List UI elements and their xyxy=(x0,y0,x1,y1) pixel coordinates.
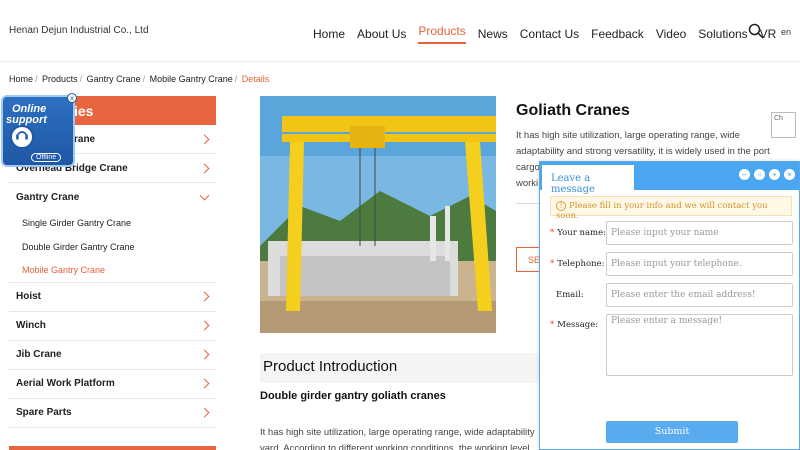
online-status: Offline xyxy=(31,153,62,162)
sidebar-item-label: Winch xyxy=(16,320,46,331)
sidebar-sub-double-girder[interactable]: Double Girder Gantry Crane xyxy=(9,236,216,260)
message-label: * Message: xyxy=(550,320,598,330)
chevron-right-icon xyxy=(199,407,210,418)
close-icon[interactable]: × xyxy=(784,169,795,180)
product-intro-heading: Product Introduction xyxy=(260,353,540,383)
nav-feedback[interactable]: Feedback xyxy=(591,27,644,41)
restore-icon[interactable]: ▫ xyxy=(754,169,765,180)
info-notice: ! Please fill in your info and we will co… xyxy=(550,196,792,221)
nav-news[interactable]: News xyxy=(478,27,508,41)
telephone-label: * Telephone: xyxy=(550,259,604,269)
sidebar-item-label: Spare Parts xyxy=(16,407,72,418)
info-notice-text: Please fill in your info and we will con… xyxy=(556,201,768,221)
side-thumbnail[interactable]: Ch xyxy=(771,112,796,138)
chevron-right-icon xyxy=(199,291,210,302)
required-marker: * xyxy=(550,228,555,238)
sidebar-item-winch[interactable]: Winch xyxy=(9,312,216,341)
message-field[interactable]: Please enter a message! xyxy=(606,314,793,376)
sidebar-item-hoist[interactable]: Hoist xyxy=(9,283,216,312)
online-support-line2: support xyxy=(6,114,47,126)
chevron-right-icon xyxy=(199,378,210,389)
leave-message-widget: Leave a message – ▫ ▪ × ! Please fill in … xyxy=(539,161,800,450)
chevron-down-icon xyxy=(199,190,210,201)
tab-leave-message[interactable]: Leave a message xyxy=(542,165,634,195)
product-intro-line: yard. According to different working con… xyxy=(260,443,530,450)
product-description-line: adaptability and strong versatility, it … xyxy=(516,146,770,157)
breadcrumb-separator: / xyxy=(142,74,146,84)
nav-video[interactable]: Video xyxy=(656,27,686,41)
nav-solutions[interactable]: Solutions xyxy=(698,27,747,41)
breadcrumb-gantry-crane[interactable]: Gantry Crane xyxy=(87,74,141,84)
sidebar-item-gantry-crane[interactable]: Gantry Crane xyxy=(9,183,216,212)
sidebar-bottom-bar xyxy=(9,446,216,450)
breadcrumb: Home / Products / Gantry Crane / Mobile Gan… xyxy=(9,74,269,84)
main-nav: Home About Us Products News Contact Us F… xyxy=(313,24,788,44)
chevron-right-icon xyxy=(199,349,210,360)
brand-name[interactable]: Henan Dejun Industrial Co., Ltd xyxy=(9,25,149,36)
close-icon[interactable]: × xyxy=(67,93,77,103)
nav-home[interactable]: Home xyxy=(313,27,345,41)
breadcrumb-mobile-gantry-crane[interactable]: Mobile Gantry Crane xyxy=(150,74,233,84)
product-subheading: Double girder gantry goliath cranes xyxy=(260,390,446,402)
sidebar-item-label: Aerial Work Platform xyxy=(16,378,115,389)
product-photo xyxy=(260,96,496,333)
breadcrumb-separator: / xyxy=(234,74,238,84)
name-label-text: Your name: xyxy=(557,228,606,238)
name-field[interactable]: Please input your name xyxy=(606,221,793,245)
breadcrumb-home[interactable]: Home xyxy=(9,74,33,84)
product-title: Goliath Cranes xyxy=(516,102,630,119)
chat-controls: – ▫ ▪ × xyxy=(735,169,795,180)
chat-header: Leave a message – ▫ ▪ × xyxy=(540,162,799,195)
nav-about-us[interactable]: About Us xyxy=(357,27,406,41)
chevron-right-icon xyxy=(199,320,210,331)
submit-button[interactable]: Submit xyxy=(606,421,738,443)
site-header: Henan Dejun Industrial Co., Ltd Home Abo… xyxy=(0,0,800,62)
breadcrumb-current: Details xyxy=(241,74,270,84)
nav-products[interactable]: Products xyxy=(418,24,466,44)
sidebar-item-aerial-work-platform[interactable]: Aerial Work Platform xyxy=(9,370,216,399)
headset-icon xyxy=(10,125,34,149)
nav-contact-us[interactable]: Contact Us xyxy=(520,27,579,41)
language-switch[interactable]: en xyxy=(781,27,791,37)
search-icon[interactable] xyxy=(748,23,764,39)
telephone-field[interactable]: Please input your telephone. xyxy=(606,252,793,276)
sidebar-item-spare-parts[interactable]: Spare Parts xyxy=(9,399,216,428)
sidebar-item-label: Hoist xyxy=(16,291,41,302)
required-marker: * xyxy=(550,320,555,330)
sidebar-sub-mobile-gantry[interactable]: Mobile Gantry Crane xyxy=(9,259,216,283)
product-description-line: It has high site utilization, large oper… xyxy=(516,130,740,141)
breadcrumb-separator: / xyxy=(79,74,83,84)
minimize-icon[interactable]: – xyxy=(739,169,750,180)
info-icon: ! xyxy=(556,201,566,211)
product-intro-line: It has high site utilization, large oper… xyxy=(260,427,535,438)
email-label: Email: xyxy=(556,290,584,300)
sidebar-item-label: Gantry Crane xyxy=(16,192,80,203)
online-support-badge[interactable]: Online support Offline × xyxy=(1,93,77,167)
message-label-text: Message: xyxy=(557,320,599,330)
sidebar-sub-single-girder[interactable]: Single Girder Gantry Crane xyxy=(9,212,216,236)
product-intro-body: It has high site utilization, large oper… xyxy=(260,425,540,450)
sidebar-item-jib-crane[interactable]: Jib Crane xyxy=(9,341,216,370)
breadcrumb-products[interactable]: Products xyxy=(42,74,78,84)
breadcrumb-separator: / xyxy=(35,74,38,84)
email-field[interactable]: Please enter the email address! xyxy=(606,283,793,307)
name-label: * Your name: xyxy=(550,228,606,238)
sidebar-item-label: Jib Crane xyxy=(16,349,62,360)
chevron-right-icon xyxy=(199,163,210,173)
chevron-right-icon xyxy=(199,134,210,144)
telephone-label-text: Telephone: xyxy=(557,259,605,269)
maximize-icon[interactable]: ▪ xyxy=(769,169,780,180)
required-marker: * xyxy=(550,259,555,269)
